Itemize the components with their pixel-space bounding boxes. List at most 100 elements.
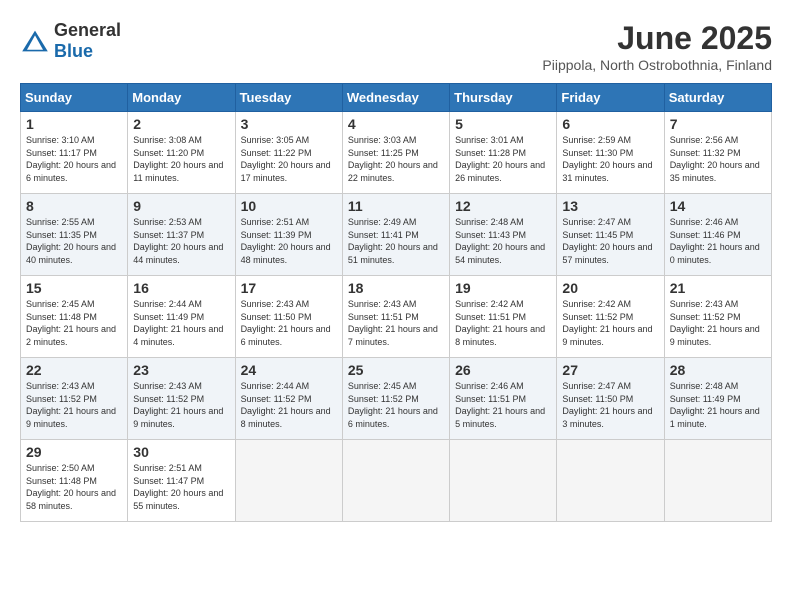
logo-blue: Blue [54,41,93,61]
day-number: 9 [133,198,229,214]
day-number: 26 [455,362,551,378]
calendar-cell [664,440,771,522]
calendar-cell: 30Sunrise: 2:51 AMSunset: 11:47 PMDaylig… [128,440,235,522]
day-info: Sunrise: 2:47 AMSunset: 11:45 PMDaylight… [562,216,658,266]
day-number: 16 [133,280,229,296]
header-day-wednesday: Wednesday [342,84,449,112]
header-day-sunday: Sunday [21,84,128,112]
month-title: June 2025 [542,20,772,57]
calendar-cell [450,440,557,522]
day-number: 18 [348,280,444,296]
location-title: Piippola, North Ostrobothnia, Finland [542,57,772,73]
calendar-cell: 22Sunrise: 2:43 AMSunset: 11:52 PMDaylig… [21,358,128,440]
day-info: Sunrise: 2:49 AMSunset: 11:41 PMDaylight… [348,216,444,266]
calendar-cell: 18 Sunrise: 2:43 AMSunset: 11:51 PMDaylig… [342,276,449,358]
day-info: Sunrise: 2:43 AMSunset: 11:51 PMDaylight… [348,298,444,348]
calendar-week-1: 1 Sunrise: 3:10 AMSunset: 11:17 PMDayligh… [21,112,772,194]
day-info: Sunrise: 2:51 AMSunset: 11:39 PMDaylight… [241,216,337,266]
day-info: Sunrise: 3:05 AMSunset: 11:22 PMDaylight… [241,134,337,184]
calendar-cell: 16 Sunrise: 2:44 AMSunset: 11:49 PMDaylig… [128,276,235,358]
day-info: Sunrise: 3:08 AMSunset: 11:20 PMDaylight… [133,134,229,184]
day-number: 20 [562,280,658,296]
calendar-cell: 10 Sunrise: 2:51 AMSunset: 11:39 PMDaylig… [235,194,342,276]
day-info: Sunrise: 2:42 AMSunset: 11:52 PMDaylight… [562,298,658,348]
calendar-cell: 2Sunrise: 3:08 AMSunset: 11:20 PMDayligh… [128,112,235,194]
calendar-cell: 13Sunrise: 2:47 AMSunset: 11:45 PMDaylig… [557,194,664,276]
calendar-cell: 17 Sunrise: 2:43 AMSunset: 11:50 PMDaylig… [235,276,342,358]
day-info: Sunrise: 2:48 AMSunset: 11:43 PMDaylight… [455,216,551,266]
calendar-cell [342,440,449,522]
day-info: Sunrise: 2:55 AMSunset: 11:35 PMDaylight… [26,216,122,266]
header-day-monday: Monday [128,84,235,112]
calendar-cell: 7 Sunrise: 2:56 AMSunset: 11:32 PMDayligh… [664,112,771,194]
calendar-header-row: SundayMondayTuesdayWednesdayThursdayFrid… [21,84,772,112]
calendar-cell: 28Sunrise: 2:48 AMSunset: 11:49 PMDaylig… [664,358,771,440]
day-info: Sunrise: 3:10 AMSunset: 11:17 PMDaylight… [26,134,122,184]
day-info: Sunrise: 2:43 AMSunset: 11:52 PMDaylight… [670,298,766,348]
day-info: Sunrise: 3:03 AMSunset: 11:25 PMDaylight… [348,134,444,184]
day-info: Sunrise: 2:56 AMSunset: 11:32 PMDaylight… [670,134,766,184]
header-day-friday: Friday [557,84,664,112]
calendar-cell: 9 Sunrise: 2:53 AMSunset: 11:37 PMDayligh… [128,194,235,276]
day-number: 25 [348,362,444,378]
calendar-cell: 27Sunrise: 2:47 AMSunset: 11:50 PMDaylig… [557,358,664,440]
day-number: 10 [241,198,337,214]
day-info: Sunrise: 2:43 AMSunset: 11:50 PMDaylight… [241,298,337,348]
day-number: 23 [133,362,229,378]
day-number: 11 [348,198,444,214]
day-number: 1 [26,116,122,132]
day-number: 7 [670,116,766,132]
calendar-cell: 5 Sunrise: 3:01 AMSunset: 11:28 PMDayligh… [450,112,557,194]
day-info: Sunrise: 2:44 AMSunset: 11:52 PMDaylight… [241,380,337,430]
day-number: 15 [26,280,122,296]
calendar-week-2: 8 Sunrise: 2:55 AMSunset: 11:35 PMDayligh… [21,194,772,276]
header: General Blue June 2025 Piippola, North O… [20,20,772,73]
day-number: 27 [562,362,658,378]
day-number: 17 [241,280,337,296]
day-info: Sunrise: 3:01 AMSunset: 11:28 PMDaylight… [455,134,551,184]
calendar-cell: 1 Sunrise: 3:10 AMSunset: 11:17 PMDayligh… [21,112,128,194]
day-number: 19 [455,280,551,296]
day-info: Sunrise: 2:42 AMSunset: 11:51 PMDaylight… [455,298,551,348]
day-number: 30 [133,444,229,460]
calendar-cell: 20 Sunrise: 2:42 AMSunset: 11:52 PMDaylig… [557,276,664,358]
calendar-cell: 8 Sunrise: 2:55 AMSunset: 11:35 PMDayligh… [21,194,128,276]
day-number: 21 [670,280,766,296]
day-number: 29 [26,444,122,460]
calendar-cell: 24 Sunrise: 2:44 AMSunset: 11:52 PMDaylig… [235,358,342,440]
calendar-cell: 29Sunrise: 2:50 AMSunset: 11:48 PMDaylig… [21,440,128,522]
day-info: Sunrise: 2:45 AMSunset: 11:48 PMDaylight… [26,298,122,348]
calendar-cell [557,440,664,522]
day-number: 5 [455,116,551,132]
day-number: 24 [241,362,337,378]
calendar-table: SundayMondayTuesdayWednesdayThursdayFrid… [20,83,772,522]
calendar-cell: 19 Sunrise: 2:42 AMSunset: 11:51 PMDaylig… [450,276,557,358]
calendar-cell [235,440,342,522]
day-info: Sunrise: 2:44 AMSunset: 11:49 PMDaylight… [133,298,229,348]
calendar-cell: 25 Sunrise: 2:45 AMSunset: 11:52 PMDaylig… [342,358,449,440]
day-number: 12 [455,198,551,214]
calendar-cell: 12 Sunrise: 2:48 AMSunset: 11:43 PMDaylig… [450,194,557,276]
calendar-cell: 6 Sunrise: 2:59 AMSunset: 11:30 PMDayligh… [557,112,664,194]
calendar-week-4: 22Sunrise: 2:43 AMSunset: 11:52 PMDaylig… [21,358,772,440]
day-number: 6 [562,116,658,132]
day-info: Sunrise: 2:59 AMSunset: 11:30 PMDaylight… [562,134,658,184]
calendar-cell: 21 Sunrise: 2:43 AMSunset: 11:52 PMDaylig… [664,276,771,358]
logo-general: General [54,20,121,40]
header-day-thursday: Thursday [450,84,557,112]
day-number: 8 [26,198,122,214]
day-number: 22 [26,362,122,378]
calendar-week-5: 29Sunrise: 2:50 AMSunset: 11:48 PMDaylig… [21,440,772,522]
day-info: Sunrise: 2:45 AMSunset: 11:52 PMDaylight… [348,380,444,430]
logo-text: General Blue [54,20,121,62]
day-info: Sunrise: 2:53 AMSunset: 11:37 PMDaylight… [133,216,229,266]
calendar-cell: 15 Sunrise: 2:45 AMSunset: 11:48 PMDaylig… [21,276,128,358]
logo-icon [20,29,50,53]
header-day-tuesday: Tuesday [235,84,342,112]
day-number: 4 [348,116,444,132]
calendar-week-3: 15 Sunrise: 2:45 AMSunset: 11:48 PMDaylig… [21,276,772,358]
day-info: Sunrise: 2:46 AMSunset: 11:46 PMDaylight… [670,216,766,266]
day-info: Sunrise: 2:48 AMSunset: 11:49 PMDaylight… [670,380,766,430]
logo: General Blue [20,20,121,62]
calendar-cell: 26Sunrise: 2:46 AMSunset: 11:51 PMDaylig… [450,358,557,440]
